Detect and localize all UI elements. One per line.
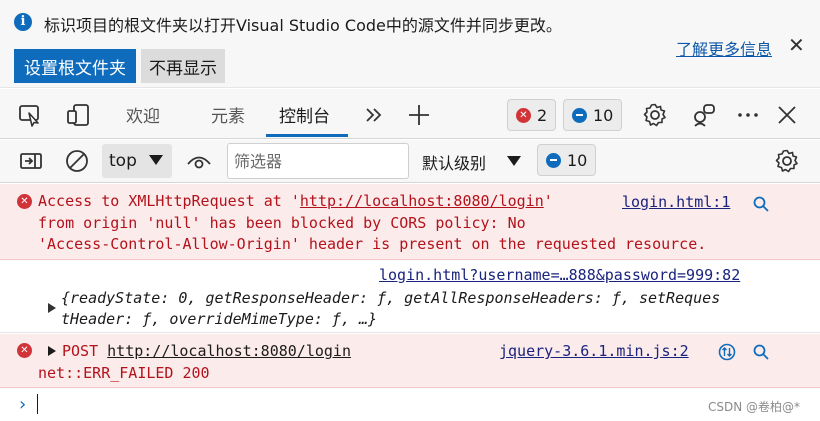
console-message-count-badge[interactable]: 10 <box>537 144 597 176</box>
text-cursor <box>37 394 38 414</box>
message-icon <box>546 152 561 168</box>
error-count: 2 <box>537 105 548 125</box>
error-icon: ✕ <box>516 107 531 123</box>
error-request-line: POST http://localhost:8080/login <box>62 342 351 360</box>
live-expression-eye-icon[interactable] <box>186 148 212 174</box>
filter-input[interactable] <box>227 143 409 179</box>
settings-gear-icon[interactable] <box>641 101 669 129</box>
more-tabs-icon[interactable] <box>360 101 388 129</box>
expand-triangle-icon[interactable] <box>48 346 56 356</box>
set-root-folder-button[interactable]: 设置根文件夹 <box>14 49 136 83</box>
console-error-message: ✕ POST http://localhost:8080/login net::… <box>0 334 820 388</box>
log-level-selector[interactable]: 默认级别 <box>422 150 486 174</box>
connected-devices-icon[interactable] <box>690 101 718 129</box>
tab-elements[interactable]: 元素 <box>211 102 245 127</box>
network-request-icon[interactable] <box>718 343 736 361</box>
error-count-badge[interactable]: ✕ 2 <box>507 99 557 131</box>
error-icon: ✕ <box>17 343 32 358</box>
console-log-message: login.html?username=…888&password=999:82… <box>0 261 820 333</box>
more-options-icon[interactable] <box>734 101 762 129</box>
info-message: 标识项目的根文件夹以打开Visual Studio Code中的源文件并同步更改… <box>44 16 562 35</box>
console-settings-gear-icon[interactable] <box>774 148 800 174</box>
info-icon: i <box>14 13 32 31</box>
close-devtools-icon[interactable] <box>773 101 801 129</box>
console-error-message: ✕ Access to XMLHttpRequest at 'http://lo… <box>0 184 820 260</box>
clear-console-icon[interactable] <box>64 148 90 174</box>
error-line-1: Access to XMLHttpRequest at 'http://loca… <box>38 192 553 210</box>
watermark: CSDN @卷柏@* <box>708 400 801 414</box>
chevron-down-icon[interactable] <box>507 156 521 166</box>
error-line-3: 'Access-Control-Allow-Origin' header is … <box>38 235 707 253</box>
object-preview-line-1[interactable]: {readyState: 0, getResponseHeader: ƒ, ge… <box>61 288 720 309</box>
search-icon[interactable] <box>752 343 770 361</box>
error-url-link[interactable]: http://localhost:8080/login <box>300 192 544 210</box>
error-status-line: net::ERR_FAILED 200 <box>38 364 210 382</box>
object-preview-line-2[interactable]: tHeader: ƒ, overrideMimeType: ƒ, …} <box>61 309 377 330</box>
tab-console[interactable]: 控制台 <box>279 102 330 127</box>
search-icon[interactable] <box>752 195 770 213</box>
sidebar-toggle-icon[interactable] <box>18 148 44 174</box>
device-emulation-icon[interactable] <box>64 101 92 129</box>
devtools-tab-toolbar: 欢迎 元素 控制台 ✕ 2 10 <box>0 89 820 139</box>
context-value: top <box>109 151 137 171</box>
close-icon[interactable]: ✕ <box>788 33 805 57</box>
request-url-link[interactable]: http://localhost:8080/login <box>107 342 351 360</box>
active-tab-indicator <box>266 134 348 137</box>
tab-welcome[interactable]: 欢迎 <box>126 102 160 127</box>
expand-triangle-icon[interactable] <box>48 303 56 313</box>
console-prompt[interactable]: › <box>0 388 820 421</box>
message-count-badge[interactable]: 10 <box>563 99 623 131</box>
error-icon: ✕ <box>17 194 32 209</box>
context-selector[interactable]: top <box>102 144 172 178</box>
learn-more-link[interactable]: 了解更多信息 <box>676 36 772 60</box>
info-bar: i 标识项目的根文件夹以打开Visual Studio Code中的源文件并同步… <box>0 0 820 88</box>
console-toolbar: top 默认级别 10 <box>0 140 820 183</box>
inspect-element-icon[interactable] <box>16 101 44 129</box>
message-icon <box>572 107 587 123</box>
chevron-down-icon <box>149 155 163 165</box>
console-message-count: 10 <box>567 150 588 170</box>
prompt-chevron-icon: › <box>19 394 27 415</box>
source-link[interactable]: jquery-3.6.1.min.js:2 <box>499 342 689 360</box>
dont-show-again-button[interactable]: 不再显示 <box>141 49 225 83</box>
message-count: 10 <box>593 105 614 125</box>
source-link[interactable]: login.html:1 <box>622 193 730 211</box>
error-line-2: from origin 'null' has been blocked by C… <box>38 214 526 232</box>
new-tab-icon[interactable] <box>405 101 433 129</box>
source-link[interactable]: login.html?username=…888&password=999:82 <box>379 266 740 284</box>
